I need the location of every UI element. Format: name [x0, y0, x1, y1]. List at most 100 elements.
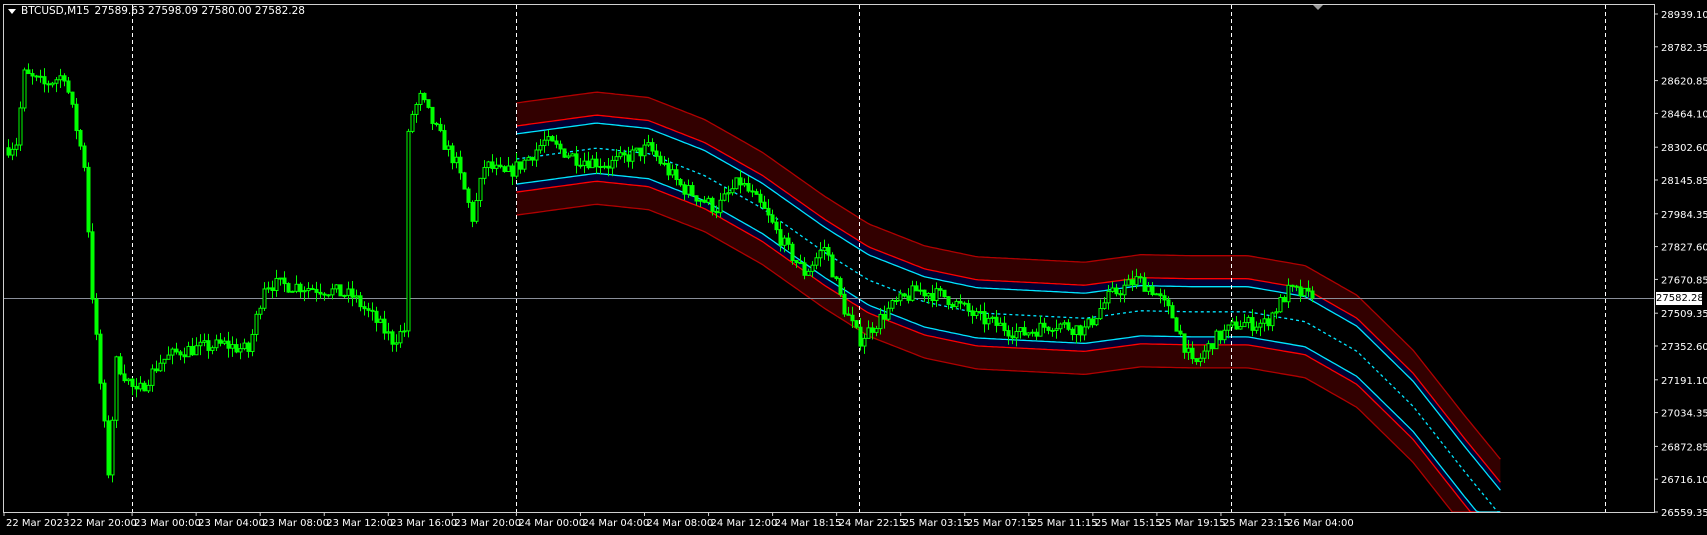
candle-body: [142, 382, 147, 392]
candle-body: [386, 331, 391, 334]
candle-body: [1214, 330, 1219, 350]
candle-body: [390, 331, 395, 345]
time-tick-label: 25 Mar 19:15: [1159, 518, 1226, 529]
candle-body: [1014, 330, 1019, 339]
candle-body: [10, 148, 15, 156]
candle-body: [494, 164, 499, 169]
candle-body: [498, 164, 503, 168]
price-tick-label: 26559.35: [1661, 508, 1707, 519]
candle-body: [658, 155, 663, 164]
candle-body: [530, 156, 535, 161]
candle-body: [1082, 326, 1087, 336]
candle-body: [1306, 287, 1311, 292]
candle-body: [338, 284, 343, 297]
regression-bands: [516, 91, 1501, 512]
candle-body: [1158, 293, 1163, 297]
price-chart[interactable]: 28939.10 28782.35 28620.85 28464.10 28302.60…: [0, 0, 1707, 535]
candle-body: [598, 165, 603, 168]
candle-body: [514, 161, 519, 177]
candle-body: [82, 145, 87, 168]
candle-body: [1126, 279, 1131, 286]
candle-body: [190, 345, 195, 356]
candle-body: [226, 340, 231, 349]
candle-body: [630, 149, 635, 162]
candle-body: [470, 201, 475, 222]
time-tick-label: 23 Mar 08:00: [262, 518, 329, 529]
candle-body: [994, 316, 999, 326]
candle-body: [422, 92, 427, 101]
candle-body: [926, 293, 931, 297]
candle-body: [626, 154, 631, 162]
candle-body: [702, 199, 707, 203]
candle-body: [930, 293, 935, 301]
candle-body: [238, 348, 243, 353]
candle-body: [258, 307, 263, 315]
time-tick-label: 22 Mar 20:00: [70, 518, 137, 529]
candle-body: [782, 237, 787, 246]
candle-body: [410, 113, 415, 132]
candle-body: [954, 300, 959, 308]
candle-body: [318, 291, 323, 295]
day-separators: [132, 5, 1606, 512]
candle-body: [642, 144, 647, 157]
candle-body: [822, 247, 827, 252]
candle-body: [522, 159, 527, 170]
candle-body: [22, 69, 27, 109]
candle-body: [554, 140, 559, 145]
candle-body: [186, 345, 191, 358]
candle-body: [670, 169, 675, 176]
candle-body: [970, 310, 975, 317]
candle-body: [1194, 358, 1199, 363]
candle-body: [382, 318, 387, 334]
candle-body: [358, 295, 363, 308]
candle-body: [270, 287, 275, 291]
candle-body: [1150, 286, 1155, 296]
candle-body: [326, 294, 331, 297]
triangle-down-icon[interactable]: [8, 8, 16, 14]
chart-header: BTCUSD,M15 27589.63 27598.09 27580.00 27…: [8, 5, 305, 17]
price-tick-label: 28464.10: [1661, 109, 1707, 120]
candle-body: [414, 103, 419, 115]
candle-body: [922, 289, 927, 297]
candle-body: [398, 331, 403, 344]
candle-body: [366, 308, 371, 311]
candle-body: [126, 378, 131, 382]
price-tick-label: 27034.35: [1661, 409, 1707, 420]
time-tick-label: 25 Mar 07:15: [967, 518, 1034, 529]
candle-body: [474, 200, 479, 222]
candle-body: [178, 351, 183, 356]
current-price-label: 27582.28: [1656, 291, 1704, 305]
candle-body: [130, 378, 135, 387]
candle-body: [426, 99, 431, 108]
candle-body: [1054, 328, 1059, 331]
candle-body: [814, 257, 819, 266]
time-tick-label: 22 Mar 2023: [6, 518, 69, 529]
candle-body: [690, 185, 695, 197]
candle-body: [478, 177, 483, 202]
time-tick-label: 24 Mar 04:00: [582, 518, 649, 529]
candle-body: [1026, 332, 1031, 336]
candle-body: [210, 347, 215, 351]
candle-body: [654, 150, 659, 157]
candle-body: [846, 313, 851, 316]
candle-body: [162, 358, 167, 364]
candle-body: [682, 184, 687, 195]
chart-shift-marker-icon[interactable]: [1313, 5, 1323, 10]
time-tick-label: 24 Mar 00:00: [518, 518, 585, 529]
candle-body: [606, 165, 611, 169]
candle-body: [346, 288, 351, 296]
candle-body: [42, 76, 47, 85]
candle-body: [986, 317, 991, 325]
candle-body: [594, 158, 599, 168]
candle-body: [750, 190, 755, 193]
candle-body: [558, 143, 563, 150]
candle-body: [766, 207, 771, 216]
candle-body: [746, 183, 751, 192]
candle-body: [546, 136, 551, 141]
candle-body: [662, 162, 667, 165]
candle-body: [1182, 333, 1187, 353]
candle-body: [14, 144, 19, 150]
candle-body: [166, 354, 171, 360]
candle-body: [442, 130, 447, 150]
candle-body: [774, 221, 779, 231]
